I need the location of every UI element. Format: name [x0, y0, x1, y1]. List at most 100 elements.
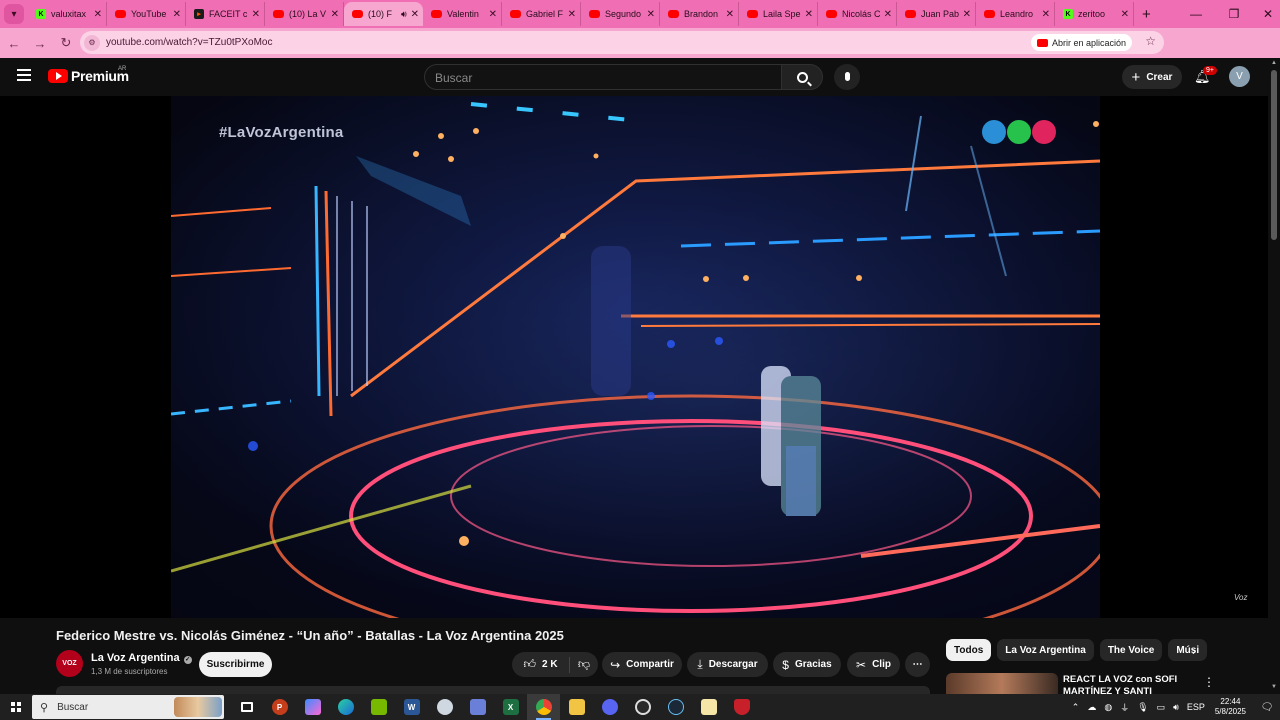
close-tab-icon[interactable]: ✕ [252, 9, 260, 20]
taskbar-vpn[interactable] [725, 694, 758, 720]
browser-tab[interactable]: Valentin ✕ [423, 2, 502, 26]
browser-tab[interactable]: Leandro ✕ [976, 2, 1055, 26]
taskbar-obs[interactable] [626, 694, 659, 720]
browser-tab[interactable]: Kzeritoo ✕ [1055, 2, 1134, 26]
subscribe-button[interactable]: Suscribirme [199, 652, 272, 677]
taskbar-edge[interactable] [329, 694, 362, 720]
close-tab-icon[interactable]: ✕ [94, 9, 102, 20]
taskbar-copilot[interactable] [296, 694, 329, 720]
taskbar-search[interactable]: ⚲ Buscar [32, 695, 224, 719]
maximize-button[interactable]: ❐ [1216, 0, 1252, 28]
channel-avatar[interactable]: VOZ [56, 650, 83, 677]
close-tab-icon[interactable]: ✕ [1042, 9, 1050, 20]
channel-name-text[interactable]: La Voz Argentina [91, 652, 180, 664]
forward-button[interactable]: → [28, 31, 52, 55]
taskbar-app-yellow[interactable] [692, 694, 725, 720]
browser-tab[interactable]: ▸ FACEIT c ✕ [186, 2, 265, 26]
browser-tab[interactable]: Laila Spe ✕ [739, 2, 818, 26]
page-scrollbar[interactable]: ▲ ▼ [1268, 58, 1280, 694]
browser-tab[interactable]: Gabriel F ✕ [502, 2, 581, 26]
microphone-tray-icon[interactable]: 🎙︎ [1137, 702, 1148, 713]
browser-tab[interactable]: Kvaluxitax ✕ [28, 2, 107, 26]
url-text[interactable]: youtube.com/watch?v=TZu0tPXoMoc [106, 37, 1164, 48]
minimize-button[interactable]: — [1178, 0, 1214, 28]
browser-tab[interactable]: Segundo ✕ [581, 2, 660, 26]
close-tab-icon[interactable]: ✕ [726, 9, 734, 20]
thanks-button[interactable]: $ Gracias [773, 652, 841, 677]
network-icon[interactable]: ▭ [1157, 702, 1166, 713]
taskbar-chrome[interactable] [527, 694, 560, 720]
bookmark-star-icon[interactable]: ☆ [1145, 34, 1156, 48]
reload-button[interactable]: ↻ [54, 31, 78, 55]
close-tab-icon[interactable]: ✕ [1121, 9, 1129, 20]
taskbar-powerpoint[interactable]: P [263, 694, 296, 720]
more-actions-button[interactable]: ⋯ [905, 652, 930, 677]
hamburger-menu-icon[interactable] [17, 69, 31, 81]
taskbar-word[interactable]: W [395, 694, 428, 720]
new-tab-button[interactable]: + [1142, 6, 1151, 23]
taskbar-discord[interactable] [593, 694, 626, 720]
close-window-button[interactable]: ✕ [1250, 0, 1280, 28]
clock[interactable]: 22:44 5/8/2025 [1215, 697, 1246, 717]
taskbar-file-explorer[interactable] [560, 694, 593, 720]
close-tab-icon[interactable]: ✕ [805, 9, 813, 20]
youtube-premium-logo[interactable]: Premium AR [48, 66, 129, 84]
scroll-up-icon[interactable]: ▲ [1271, 60, 1277, 66]
taskbar-notepad[interactable] [461, 694, 494, 720]
video-player[interactable]: #LaVozArgentina [0, 96, 1268, 618]
browser-tab[interactable]: (10) La V ✕ [265, 2, 344, 26]
back-button[interactable]: ← [2, 31, 26, 55]
browser-tab[interactable]: Nicolás C ✕ [818, 2, 897, 26]
site-info-icon[interactable]: ⚙ [84, 34, 100, 51]
search-input[interactable]: Buscar [424, 64, 782, 90]
voice-search-button[interactable] [834, 64, 860, 90]
close-tab-icon[interactable]: ✕ [647, 9, 655, 20]
filter-chip[interactable]: La Voz Argentina [997, 639, 1094, 661]
like-button[interactable]: 👍︎ 2 K [512, 656, 570, 673]
search-button[interactable] [781, 64, 823, 90]
account-avatar[interactable]: V [1229, 66, 1250, 87]
usb-icon[interactable]: ⏚ [1120, 701, 1129, 714]
close-tab-icon[interactable]: ✕ [489, 9, 497, 20]
speaker-icon[interactable]: 🔊︎ [401, 9, 407, 20]
speaker-icon[interactable]: 🔊︎ [1173, 702, 1179, 713]
notification-center-button[interactable]: 🗨︎ [1254, 694, 1280, 720]
address-bar[interactable]: ⚙ youtube.com/watch?v=TZu0tPXoMoc Abrir … [80, 31, 1164, 54]
download-button[interactable]: ⤓ Descargar [687, 652, 768, 677]
clip-button[interactable]: ✂ Clip [847, 652, 900, 677]
browser-tab[interactable]: (10) F 🔊︎ ✕ [344, 2, 423, 26]
close-tab-icon[interactable]: ✕ [963, 9, 971, 20]
taskbar-nvidia[interactable] [362, 694, 395, 720]
filter-chip[interactable]: Músi [1168, 639, 1208, 661]
close-tab-icon[interactable]: ✕ [884, 9, 892, 20]
tab-search-button[interactable]: ▾ [4, 4, 24, 24]
create-button[interactable]: + Crear [1122, 65, 1182, 89]
open-in-app-button[interactable]: Abrir en aplicación [1030, 34, 1132, 51]
close-tab-icon[interactable]: ✕ [568, 9, 576, 20]
browser-tab[interactable]: Brandon ✕ [660, 2, 739, 26]
task-view-button[interactable] [230, 694, 263, 720]
scrollbar-thumb[interactable] [1271, 70, 1277, 240]
channel-name[interactable]: La Voz Argentina ✓ [91, 652, 192, 664]
more-vertical-icon[interactable]: ⋮ [1203, 675, 1215, 689]
close-tab-icon[interactable]: ✕ [411, 9, 419, 20]
taskbar-steam[interactable] [659, 694, 692, 720]
video-frame[interactable]: #LaVozArgentina [171, 96, 1100, 618]
description-box[interactable] [56, 686, 930, 694]
recommendation-title[interactable]: REACT LA VOZ con SOFI MARTÍNEZ Y SANTI T… [1063, 674, 1193, 694]
language-indicator[interactable]: ESP [1187, 702, 1205, 712]
filter-chip[interactable]: The Voice [1099, 639, 1163, 661]
steam-tray-icon[interactable]: ◍ [1104, 702, 1112, 713]
scroll-down-icon[interactable]: ▼ [1271, 684, 1277, 690]
onedrive-icon[interactable]: ☁ [1087, 702, 1096, 713]
chevron-up-icon[interactable]: ⌃ [1072, 702, 1080, 713]
recommendation-thumbnail[interactable] [946, 673, 1058, 694]
share-button[interactable]: ↪ Compartir [602, 652, 682, 677]
dislike-button[interactable]: 👎︎ [570, 657, 598, 672]
taskbar-weather[interactable] [428, 694, 461, 720]
start-button[interactable] [0, 694, 32, 720]
browser-tab[interactable]: YouTube ✕ [107, 2, 186, 26]
browser-tab[interactable]: Juan Pab ✕ [897, 2, 976, 26]
close-tab-icon[interactable]: ✕ [173, 9, 181, 20]
filter-chip[interactable]: Todos [946, 639, 992, 661]
